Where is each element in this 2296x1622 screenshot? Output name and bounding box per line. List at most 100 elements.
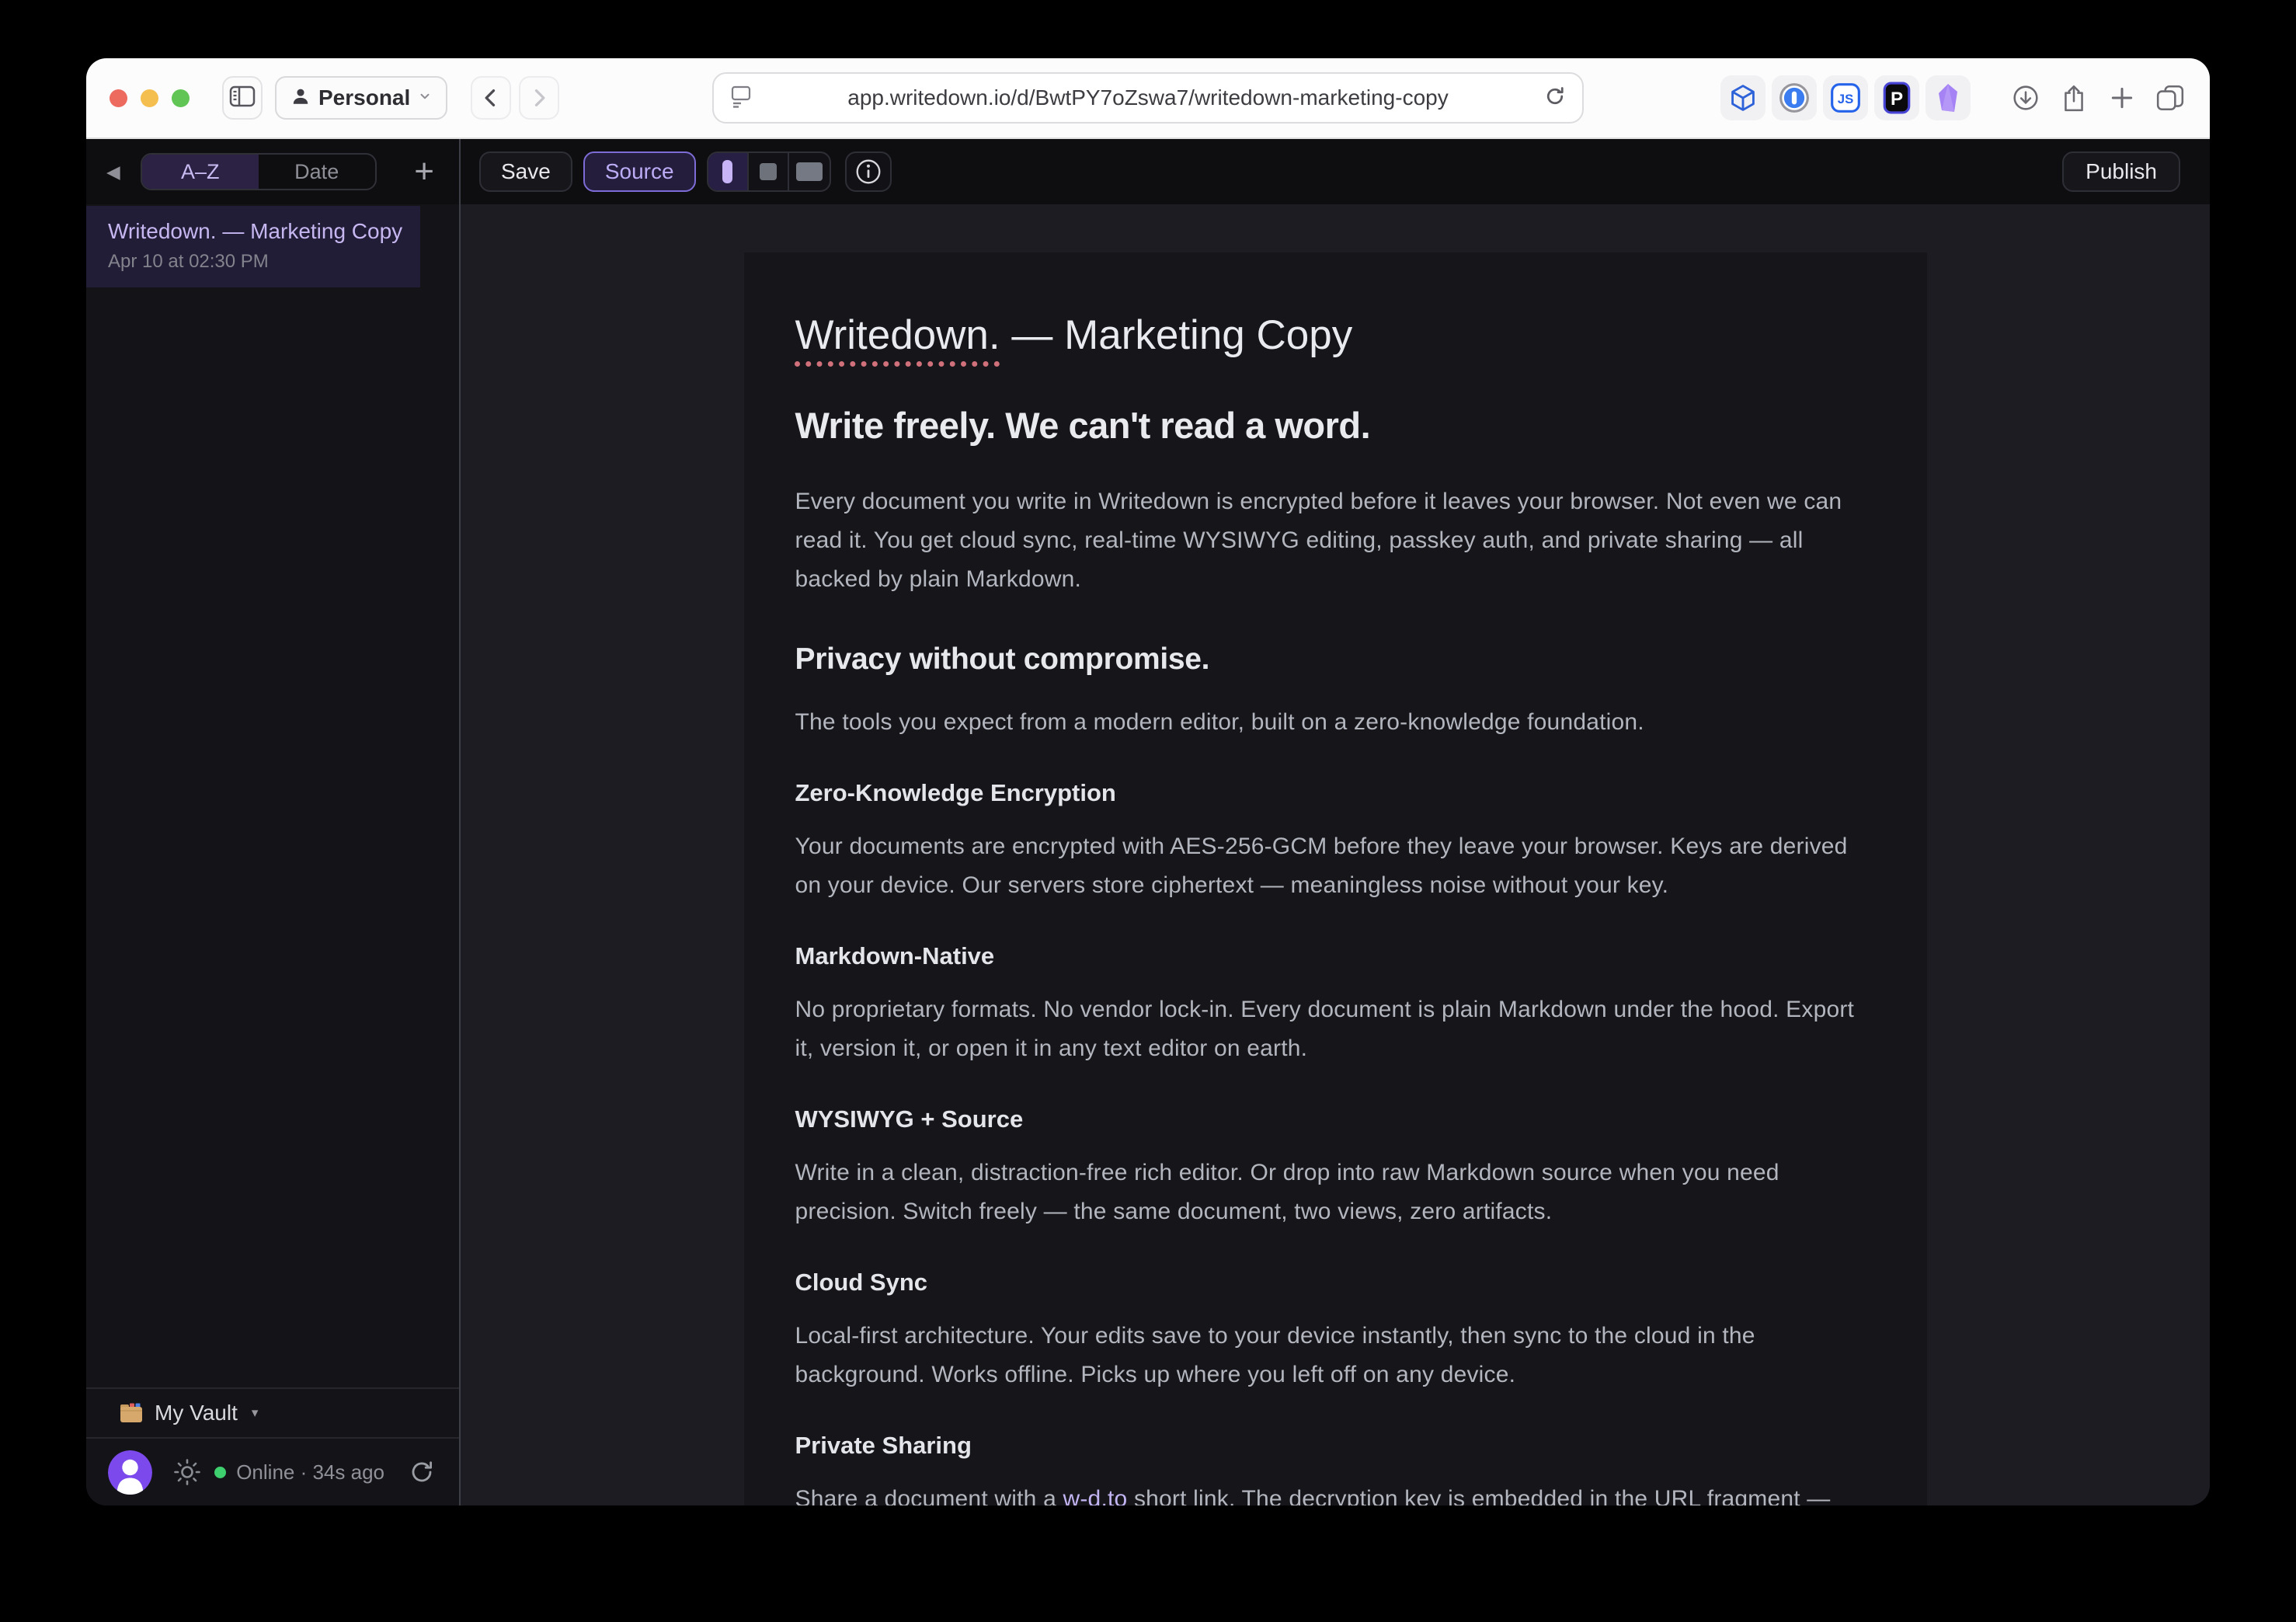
- obsidian-crystal-icon: [1933, 82, 1963, 113]
- app-toolbar: ◀ A–Z Date + Save Source Publish: [86, 139, 2210, 204]
- desktop: { "browser": { "profile": "Personal", "u…: [0, 0, 2296, 1622]
- add-note-button[interactable]: +: [414, 155, 434, 189]
- view-mode-wide-button[interactable]: [789, 153, 830, 190]
- feature-heading[interactable]: Zero-Knowledge Encryption: [795, 779, 1866, 807]
- cube-icon: [1728, 83, 1758, 113]
- zoom-window-button[interactable]: [172, 89, 190, 107]
- svg-text:P: P: [1891, 89, 1903, 110]
- p-badge-icon: P: [1880, 82, 1913, 114]
- medium-width-icon: [760, 163, 777, 180]
- doc-section-intro[interactable]: The tools you expect from a modern edito…: [795, 703, 1866, 742]
- avatar[interactable]: [108, 1450, 152, 1495]
- document-info-button[interactable]: [845, 151, 892, 192]
- doc-intro-paragraph[interactable]: Every document you write in Writedown is…: [795, 482, 1866, 599]
- feature-heading[interactable]: Private Sharing: [795, 1432, 1866, 1460]
- online-dot: [214, 1467, 226, 1478]
- password-manager-extension-button[interactable]: [1772, 75, 1817, 120]
- note-title: Writedown. — Marketing Copy: [108, 219, 408, 244]
- url-text[interactable]: app.writedown.io/d/BwtPY7oZswa7/writedow…: [753, 85, 1543, 110]
- view-mode-narrow-button[interactable]: [708, 153, 749, 190]
- sidebar-header: ◀ A–Z Date +: [86, 139, 461, 204]
- chevron-right-icon: [528, 87, 550, 109]
- sidebar-toggle-icon: [229, 85, 256, 111]
- titlebar-right-tools: JS P: [1720, 75, 2191, 120]
- feature-heading[interactable]: WYSIWYG + Source: [795, 1105, 1866, 1133]
- tab-overview-button[interactable]: [2149, 75, 2191, 120]
- info-icon: [854, 158, 882, 186]
- document-title-rest[interactable]: — Marketing Copy: [1000, 312, 1353, 358]
- tab-sort-date[interactable]: Date: [259, 155, 375, 189]
- vault-selector[interactable]: My Vault ▾: [86, 1387, 459, 1437]
- sort-tabs: A–Z Date: [141, 153, 377, 190]
- forward-button[interactable]: [519, 76, 559, 120]
- feature-body-text: Share a document with a: [795, 1486, 1063, 1505]
- close-window-button[interactable]: [110, 89, 127, 107]
- new-tab-button[interactable]: [2101, 75, 2143, 120]
- short-link[interactable]: w-d.to: [1063, 1486, 1128, 1505]
- address-bar[interactable]: app.writedown.io/d/BwtPY7oZswa7/writedow…: [712, 72, 1584, 124]
- js-extension-button[interactable]: JS: [1823, 75, 1868, 120]
- publish-button[interactable]: Publish: [2062, 151, 2180, 192]
- doc-headline[interactable]: Write freely. We can't read a word.: [795, 404, 1866, 447]
- view-mode-medium-button[interactable]: [749, 153, 789, 190]
- sun-icon: [172, 1457, 202, 1487]
- notes-sidebar: Writedown. — Marketing Copy Apr 10 at 02…: [86, 204, 461, 1505]
- downloads-icon: [2012, 84, 2040, 112]
- content-area: Writedown. — Marketing Copy Apr 10 at 02…: [86, 204, 2210, 1505]
- save-button[interactable]: Save: [479, 151, 572, 192]
- feature-body[interactable]: Your documents are encrypted with AES-25…: [795, 827, 1866, 905]
- page-settings-icon[interactable]: [729, 84, 753, 113]
- downloads-button[interactable]: [2005, 75, 2047, 120]
- feature-body[interactable]: Share a document with a w-d.to short lin…: [795, 1480, 1866, 1505]
- chevron-left-icon: [480, 87, 502, 109]
- feature-body[interactable]: Local-first architecture. Your edits sav…: [795, 1317, 1866, 1394]
- editor-background: Writedown. — Marketing Copy Write freely…: [461, 204, 2210, 1505]
- refresh-icon: [408, 1458, 436, 1486]
- reload-icon[interactable]: [1543, 85, 1567, 112]
- narrow-width-icon: [722, 160, 732, 183]
- theme-toggle-button[interactable]: [172, 1457, 202, 1487]
- account-bar: Online · 34s ago: [86, 1437, 459, 1505]
- doc-section-heading[interactable]: Privacy without compromise.: [795, 642, 1866, 677]
- minimize-window-button[interactable]: [141, 89, 158, 107]
- collapse-sidebar-button[interactable]: ◀: [106, 163, 120, 181]
- vault-label: My Vault: [155, 1401, 238, 1425]
- sync-now-button[interactable]: [408, 1458, 436, 1486]
- svg-text:JS: JS: [1838, 92, 1854, 106]
- note-date: Apr 10 at 02:30 PM: [108, 251, 408, 273]
- browser-titlebar: Personal app.writedown.io/d/BwtPY7oZswa7…: [86, 58, 2210, 139]
- traffic-lights: [110, 89, 190, 107]
- tab-overview-icon: [2155, 84, 2185, 112]
- note-list-item[interactable]: Writedown. — Marketing Copy Apr 10 at 02…: [86, 206, 420, 287]
- document-page[interactable]: Writedown. — Marketing Copy Write freely…: [744, 252, 1927, 1505]
- obsidian-extension-button[interactable]: [1926, 75, 1971, 120]
- sidebar-spacer: [86, 287, 459, 1387]
- feature-body[interactable]: No proprietary formats. No vendor lock-i…: [795, 990, 1866, 1068]
- sync-status-text: Online · 34s ago: [236, 1460, 384, 1485]
- cube-extension-button[interactable]: [1720, 75, 1765, 120]
- share-button[interactable]: [2053, 75, 2095, 120]
- editor-toolbar: Save Source Publish: [461, 139, 2210, 204]
- password-manager-icon: [1778, 82, 1811, 114]
- back-button[interactable]: [471, 76, 511, 120]
- feature-heading[interactable]: Cloud Sync: [795, 1269, 1866, 1297]
- person-icon: [290, 86, 311, 110]
- chevron-down-icon: [418, 89, 432, 107]
- tab-sort-az[interactable]: A–Z: [142, 155, 259, 189]
- source-button[interactable]: Source: [583, 151, 696, 192]
- p-extension-button[interactable]: P: [1874, 75, 1919, 120]
- page-width-segmented-control: [707, 151, 831, 192]
- share-icon: [2061, 83, 2087, 113]
- js-badge-icon: JS: [1829, 82, 1862, 114]
- vault-folder-icon: [119, 1401, 144, 1425]
- sidebar-toggle-button[interactable]: [222, 76, 263, 120]
- document-title[interactable]: Writedown. — Marketing Copy: [795, 312, 1866, 359]
- feature-body[interactable]: Write in a clean, distraction-free rich …: [795, 1154, 1866, 1231]
- wide-width-icon: [796, 162, 823, 181]
- browser-window: Personal app.writedown.io/d/BwtPY7oZswa7…: [86, 58, 2210, 1505]
- profile-switcher-button[interactable]: Personal: [275, 76, 447, 120]
- vault-caret-icon: ▾: [252, 1405, 259, 1421]
- spellcheck-flagged-word[interactable]: Writedown.: [795, 312, 1000, 358]
- profile-label: Personal: [318, 85, 410, 110]
- feature-heading[interactable]: Markdown-Native: [795, 942, 1866, 970]
